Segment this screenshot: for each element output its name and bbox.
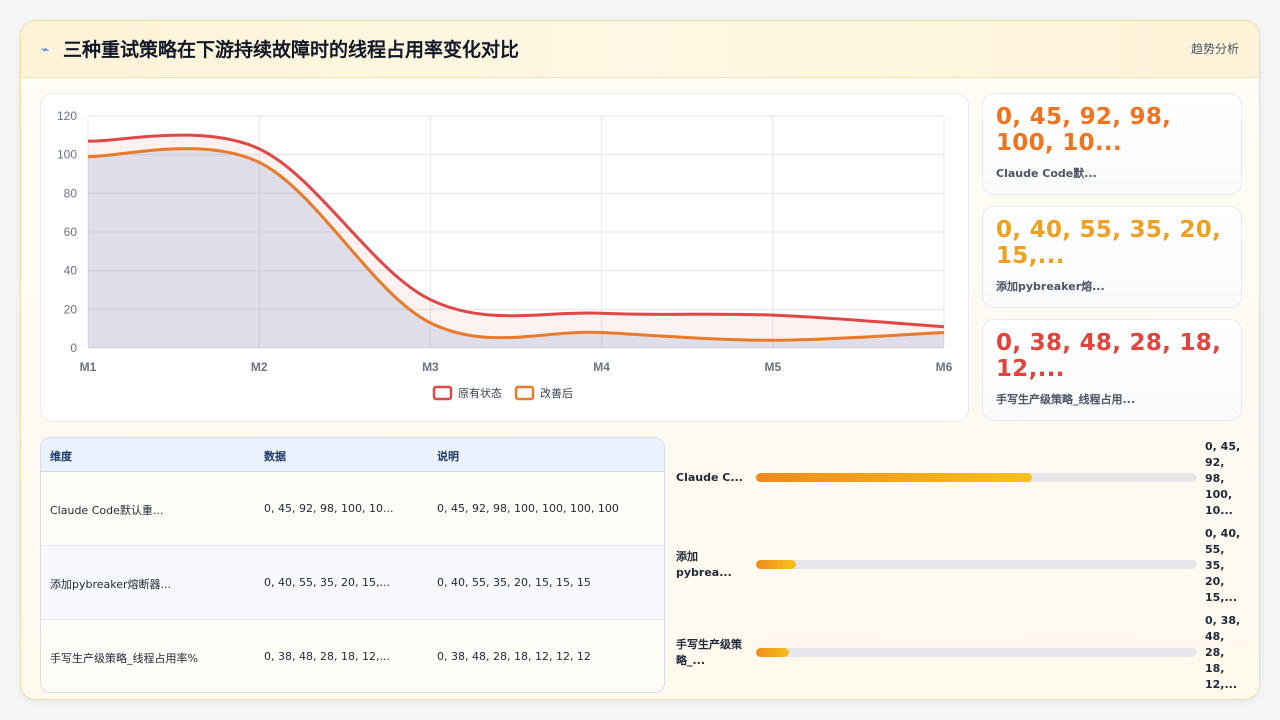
kpi-card-2: 0, 40, 55, 35, 20, 15,... 添加pybreaker熔..… [982,206,1242,308]
progress-track [756,648,1197,657]
table-header: 维度 数据 说明 [41,438,664,472]
table-cell: 0, 45, 92, 98, 100, 100, 100, 100 [437,502,619,515]
x-tick-label: M3 [422,360,439,374]
table-cell: 添加pybreaker熔断器... [50,578,172,591]
table-row[interactable]: 添加pybreaker熔断器... 0, 40, 55, 35, 20, 15,… [41,546,664,620]
table-cell: 手写生产级策略_线程占用率% [50,652,198,665]
kpi-card-1: 0, 45, 92, 98, 100, 10... Claude Code默..… [982,93,1242,195]
legend-label: 原有状态 [458,386,502,400]
page-title: 三种重试策略在下游持续故障时的线程占用率变化对比 [63,39,520,61]
x-tick-label: M4 [593,360,610,374]
y-tick-label: 80 [64,186,78,200]
kpi-value: 0, 40, 55, 35, 20, 15,... [996,217,1222,269]
y-tick-label: 60 [64,225,78,239]
progress-track [756,473,1197,482]
kpi-label: 添加pybreaker熔... [996,280,1105,293]
progress-value: 0, 45, 92, 98, 100, 10... [1205,440,1241,517]
table-cell: 0, 38, 48, 28, 18, 12, 12, 12 [437,650,591,663]
progress-row-2: 添加pybrea... 0, 40, 55, 35, 20, 15,... [676,527,1244,618]
progress-track [756,560,1197,569]
table-cell: 0, 40, 55, 35, 20, 15, 15, 15 [437,576,591,589]
progress-fill [756,473,1032,482]
kpi-label: Claude Code默... [996,167,1097,180]
y-tick-label: 100 [57,148,77,162]
lightning-icon: ⌁ [41,42,50,58]
legend-swatch [432,385,453,401]
x-tick-label: M2 [251,360,268,374]
x-tick-label: M1 [80,360,97,374]
progress-value: 0, 40, 55, 35, 20, 15,... [1205,527,1241,604]
table-cell: Claude Code默认重... [50,504,164,517]
y-tick-label: 0 [70,341,77,355]
progress-fill [756,560,796,569]
progress-row-3: 手写生产级策略_... 0, 38, 48, 28, 18, 12,... [676,614,1244,695]
progress-label: Claude C... [676,471,743,484]
data-table: 维度 数据 说明 Claude Code默认重... 0, 45, 92, 98… [40,437,665,693]
column-header-description[interactable]: 说明 [437,448,459,464]
table-cell: 0, 45, 92, 98, 100, 10... [264,502,394,515]
x-tick-label: M5 [764,360,781,374]
progress-label: 手写生产级策略_... [676,638,742,667]
table-row[interactable]: Claude Code默认重... 0, 45, 92, 98, 100, 10… [41,472,664,546]
kpi-label: 手写生产级策略_线程占用... [996,393,1136,406]
progress-value: 0, 38, 48, 28, 18, 12,... [1205,614,1241,691]
line-chart-card: 0 20 40 60 80 100 120 M1 M2 M3 M4 M5 M6 原有状态 改善后 [40,93,969,422]
dashboard-panel: ⌁ 三种重试策略在下游持续故障时的线程占用率变化对比 趋势分析 0 20 40 60 8… [20,20,1260,700]
kpi-value: 0, 38, 48, 28, 18, 12,... [996,330,1222,382]
y-tick-label: 40 [64,264,78,278]
legend-swatch [514,385,535,401]
progress-row-1: Claude C... 0, 45, 92, 98, 100, 10... [676,439,1244,529]
kpi-card-3: 0, 38, 48, 28, 18, 12,... 手写生产级策略_线程占用..… [982,319,1242,421]
y-tick-label: 20 [64,302,78,316]
column-header-dimension[interactable]: 维度 [50,448,72,464]
header-bar: ⌁ 三种重试策略在下游持续故障时的线程占用率变化对比 趋势分析 [21,21,1259,78]
line-chart: 0 20 40 60 80 100 120 M1 M2 M3 M4 M5 M6 原有状态 改善后 [57,109,953,401]
x-tick-label: M6 [936,360,953,374]
table-row[interactable]: 手写生产级策略_线程占用率% 0, 38, 48, 28, 18, 12,...… [41,620,664,692]
table-cell: 0, 38, 48, 28, 18, 12,... [264,650,390,663]
y-tick-label: 120 [57,109,77,123]
progress-label: 添加pybrea... [676,550,732,579]
legend-label: 改善后 [540,386,573,400]
kpi-value: 0, 45, 92, 98, 100, 10... [996,104,1172,156]
trend-analysis-link[interactable]: 趋势分析 [1191,40,1239,57]
progress-fill [756,648,790,657]
table-cell: 0, 40, 55, 35, 20, 15,... [264,576,390,589]
column-header-data[interactable]: 数据 [264,448,286,464]
